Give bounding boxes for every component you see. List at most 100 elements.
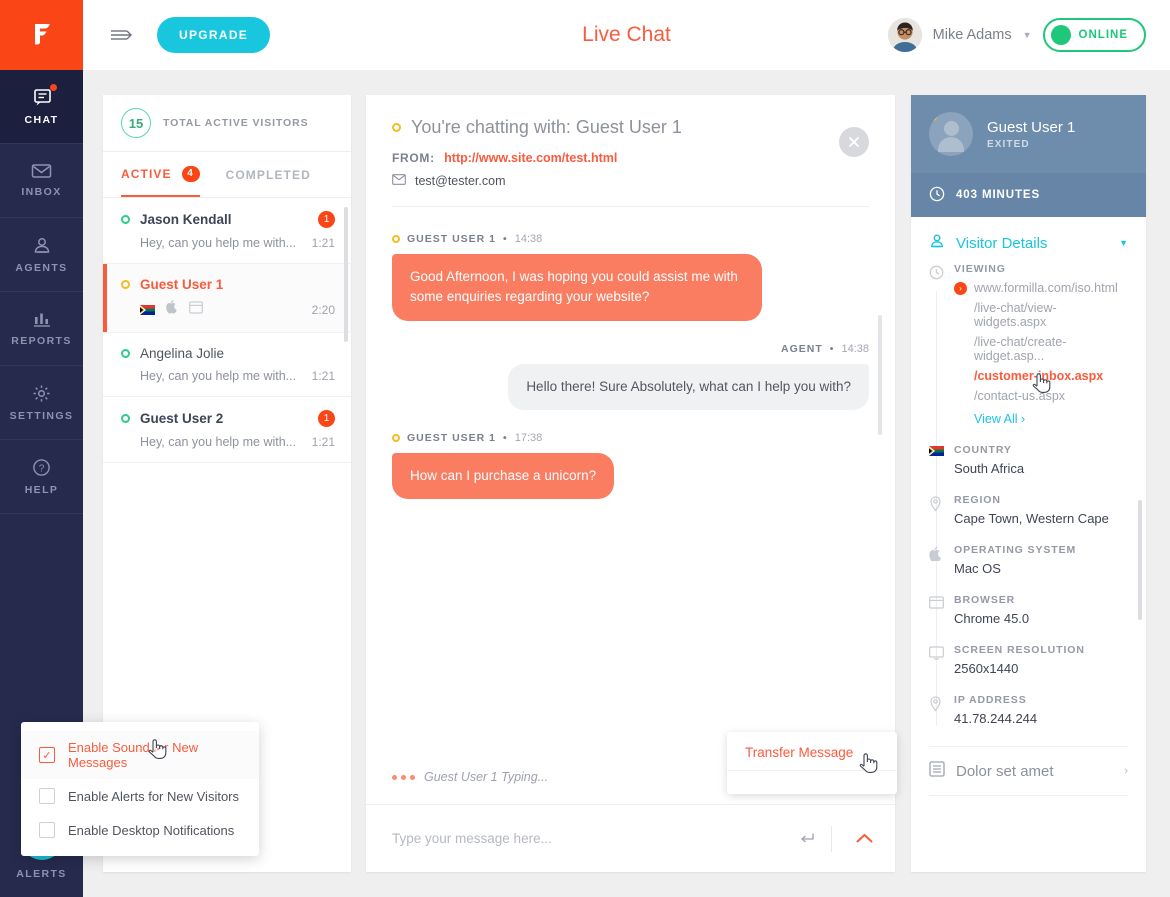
- detail-key: COUNTRY: [954, 444, 1012, 456]
- notification-option-sound[interactable]: ✓ Enable Sound for New Messages: [21, 731, 259, 779]
- visitor-time: 1:21: [311, 435, 335, 449]
- tab-completed[interactable]: COMPLETED: [226, 152, 311, 197]
- notification-settings-popup: ✓ Enable Sound for New Messages Enable A…: [21, 722, 259, 856]
- message-group: GUEST USER 1 • 17:38 How can I purchase …: [392, 432, 869, 499]
- detail-text: OPERATING SYSTEM Mac OS: [954, 544, 1076, 576]
- detail-field-viewing: VIEWING › www.formilla.com/iso.html /liv…: [929, 263, 1128, 444]
- message-meta: GUEST USER 1 • 17:38: [392, 432, 869, 444]
- list-item[interactable]: Guest User 2 1 Hey, can you help me with…: [103, 397, 351, 463]
- visitor-row-top: Guest User 2 1: [121, 410, 335, 427]
- message-time: 14:38: [514, 233, 543, 245]
- visitor-details-section-toggle[interactable]: Visitor Details ▼: [911, 217, 1146, 263]
- total-visitors-count: 15: [121, 108, 151, 138]
- message-meta: AGENT • 14:38: [781, 342, 869, 355]
- visitor-list-scrollbar[interactable]: [344, 207, 348, 342]
- message-group: AGENT • 14:38 Hello there! Sure Absolute…: [392, 343, 869, 410]
- checkbox-icon[interactable]: [39, 822, 55, 838]
- app-logo[interactable]: [0, 0, 83, 70]
- sidebar-item-help[interactable]: ? HELP: [0, 440, 83, 514]
- menu-toggle-icon[interactable]: [110, 27, 135, 43]
- upgrade-button[interactable]: UPGRADE: [157, 17, 271, 53]
- envelope-icon: [31, 163, 52, 179]
- status-badge: ONLINE: [1078, 29, 1128, 41]
- page-url: www.formilla.com/iso.html: [974, 281, 1118, 295]
- visitor-row-top: Angelina Jolie: [121, 346, 335, 361]
- tab-active[interactable]: ACTIVE 4: [121, 152, 200, 197]
- visitor-details-header: Guest User 1 EXITED: [911, 95, 1146, 173]
- avatar-body: [938, 137, 964, 152]
- unread-badge: 1: [318, 211, 335, 228]
- popup-divider: [727, 770, 897, 771]
- chevron-down-icon[interactable]: ▼: [1023, 30, 1032, 40]
- sidebar-item-settings[interactable]: SETTINGS: [0, 366, 83, 440]
- clock-icon: [929, 186, 945, 205]
- close-icon: [849, 137, 859, 147]
- list-item[interactable]: Guest User 1 2:20: [103, 264, 351, 333]
- visitor-row-bottom: 2:20: [121, 300, 335, 319]
- sidebar-item-reports[interactable]: REPORTS: [0, 292, 83, 366]
- chat-email-row: test@tester.com: [392, 174, 869, 188]
- checkbox-checked-icon[interactable]: ✓: [39, 747, 55, 763]
- map-pin-icon: [929, 494, 944, 526]
- message-author: GUEST USER 1: [407, 233, 497, 245]
- viewing-page-list: › www.formilla.com/iso.html /live-chat/v…: [954, 281, 1128, 403]
- status-ring-icon: [121, 349, 130, 358]
- enter-return-icon[interactable]: [798, 832, 815, 846]
- details-scrollbar[interactable]: [1138, 500, 1142, 620]
- transfer-message-option[interactable]: Transfer Message: [727, 732, 897, 760]
- user-name[interactable]: Mike Adams: [933, 27, 1012, 43]
- chevron-up-icon[interactable]: [848, 830, 881, 847]
- list-item[interactable]: /customer-inbox.aspx: [954, 369, 1128, 383]
- message-meta: GUEST USER 1 • 14:38: [392, 233, 869, 245]
- browser-window-icon: [929, 594, 944, 626]
- notification-option-alerts[interactable]: Enable Alerts for New Visitors: [21, 779, 259, 813]
- message-group: GUEST USER 1 • 14:38 Good Afternoon, I w…: [392, 233, 869, 321]
- checkbox-icon[interactable]: [39, 788, 55, 804]
- chat-unread-dot: [49, 83, 57, 91]
- sidebar-item-label: SETTINGS: [9, 409, 74, 422]
- list-item[interactable]: /contact-us.aspx: [954, 389, 1128, 403]
- sidebar-item-agents[interactable]: AGENTS: [0, 218, 83, 292]
- notification-option-desktop[interactable]: Enable Desktop Notifications: [21, 813, 259, 847]
- sidebar-item-label: HELP: [24, 483, 59, 496]
- list-item[interactable]: /live-chat/create-widget.asp...: [954, 335, 1128, 363]
- list-document-icon: [929, 761, 945, 781]
- status-ring-icon: [121, 215, 130, 224]
- typing-indicator: Guest User 1 Typing...: [392, 770, 548, 784]
- list-item[interactable]: › www.formilla.com/iso.html: [954, 281, 1128, 295]
- close-chat-button[interactable]: [839, 127, 869, 157]
- details-footer-section[interactable]: Dolor set amet ›: [929, 746, 1128, 796]
- list-item[interactable]: Angelina Jolie Hey, can you help me with…: [103, 333, 351, 397]
- detail-key: SCREEN RESOLUTION: [954, 644, 1085, 656]
- detail-value: Cape Town, Western Cape: [954, 511, 1109, 526]
- sidebar-item-label: INBOX: [21, 186, 62, 198]
- status-toggle[interactable]: ONLINE: [1042, 18, 1146, 52]
- sidebar-item-label: REPORTS: [11, 334, 72, 347]
- list-item[interactable]: Jason Kendall 1 Hey, can you help me wit…: [103, 198, 351, 264]
- message-bubble: Good Afternoon, I was hoping you could a…: [392, 254, 762, 321]
- detail-value: Chrome 45.0: [954, 611, 1030, 626]
- visitor-row-bottom: Hey, can you help me with... 1:21: [121, 435, 335, 449]
- sidebar-item-inbox[interactable]: INBOX: [0, 144, 83, 218]
- typing-dots-icon: [392, 774, 415, 780]
- list-item[interactable]: /live-chat/view-widgets.aspx: [954, 301, 1128, 329]
- typing-text: Guest User 1 Typing...: [424, 770, 549, 784]
- avatar-head: [943, 121, 959, 136]
- top-bar: UPGRADE Live Chat Mike Adams ▼ ONLINE: [83, 0, 1170, 70]
- visitor-meta-icons: [140, 300, 203, 319]
- source-url-link[interactable]: http://www.site.com/test.html: [444, 151, 617, 165]
- sidebar-item-chat[interactable]: CHAT: [0, 70, 83, 144]
- chevron-down-icon: ▼: [1119, 238, 1128, 248]
- live-chat-app: CHAT INBOX AGENTS REPORTS SETTINGS ? HEL…: [0, 0, 1170, 897]
- message-input[interactable]: [392, 831, 798, 846]
- detail-text: BROWSER Chrome 45.0: [954, 594, 1029, 626]
- history-clock-icon: [929, 263, 944, 426]
- page-url: /live-chat/create-widget.asp...: [974, 335, 1067, 363]
- view-all-link[interactable]: View All ›: [954, 412, 1128, 426]
- detail-text: SCREEN RESOLUTION 2560x1440: [954, 644, 1085, 676]
- avatar[interactable]: [887, 18, 922, 52]
- chat-scrollbar[interactable]: [878, 315, 882, 435]
- detail-key: OPERATING SYSTEM: [954, 544, 1077, 556]
- visitor-identity: Guest User 1 EXITED: [987, 119, 1075, 150]
- detail-field-ip: IP ADDRESS 41.78.244.244: [929, 694, 1128, 744]
